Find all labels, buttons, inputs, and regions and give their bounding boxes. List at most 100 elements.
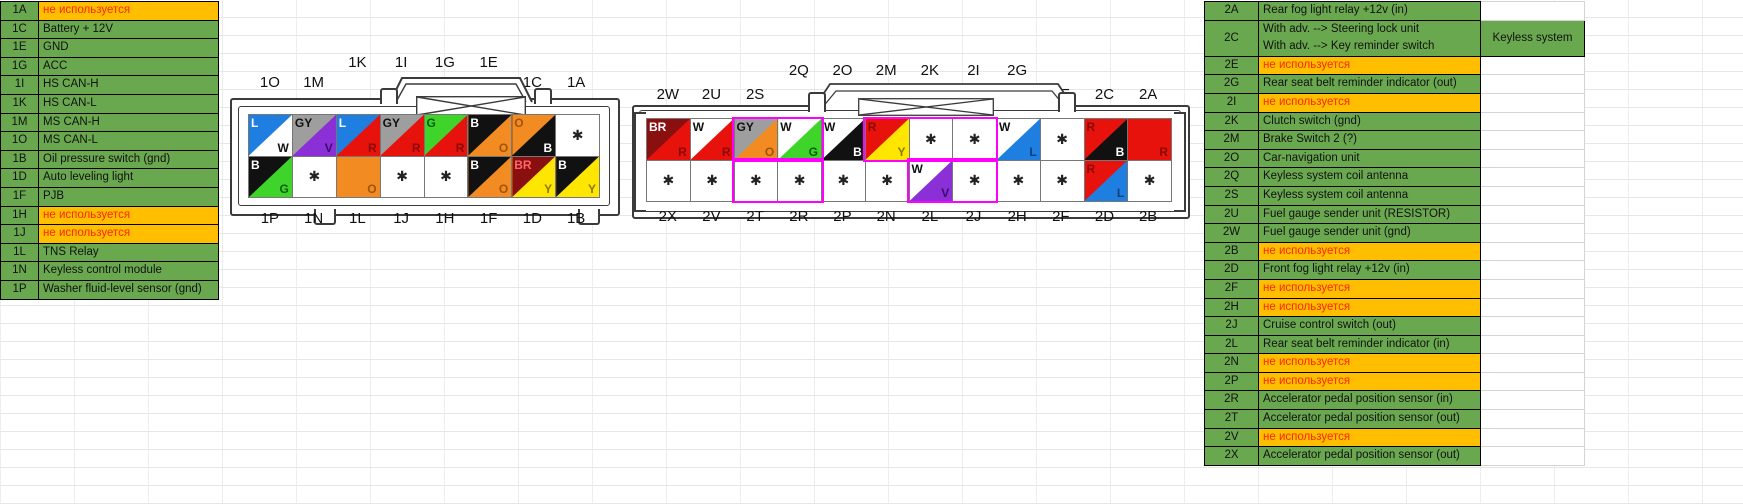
- table-row: 2Q Keyless system coil antenna: [1204, 167, 1585, 187]
- pin-desc-cell: Auto leveling light: [38, 168, 219, 188]
- right-pin-table-body: 2A Rear fog light relay +12v (in) 2C With …: [1204, 1, 1585, 466]
- pin-code-cell: 1O: [0, 131, 39, 151]
- pin-cell-2i: ✱: [953, 119, 996, 160]
- unused-pin-star-icon: ✱: [793, 172, 806, 189]
- connector-2-pin-grid: BR R W R GY O W G W B R Y ✱ ✱ W L ✱ R B R ✱ ✱ ✱ ✱ ✱ ✱ W V ✱ ✱ ✱ R L ✱: [646, 118, 1172, 202]
- unused-pin-star-icon: ✱: [396, 168, 408, 185]
- wire-color-code-secondary: O: [498, 182, 509, 196]
- wire-color-code-secondary: G: [279, 182, 289, 196]
- wire-color-code-primary: W: [999, 120, 1011, 134]
- wire-color-code-secondary: B: [853, 144, 862, 159]
- pin-desc-cell: MS CAN-L: [38, 131, 219, 151]
- pin-code-cell: 1G: [0, 56, 39, 77]
- pin-desc-cell-unused: не используется: [1258, 55, 1481, 76]
- connector-1-diagram: 1O 1M 1K 1I 1G 1E 1C 1A L W GY V L R GY R G R B O O B ✱ B G ✱ O ✱ ✱…: [228, 52, 620, 232]
- table-row: 2O Car-navigation unit: [1204, 148, 1585, 169]
- pin-number-label-2u: 2U: [701, 86, 722, 103]
- pin-code-cell: 2F: [1204, 278, 1259, 299]
- pin-cell-1f: BO: [468, 156, 512, 197]
- unused-pin-star-icon: ✱: [571, 126, 584, 143]
- pin-cell-1g: GR: [424, 115, 468, 156]
- empty-cell: [1480, 55, 1585, 76]
- empty-cell: [1480, 427, 1585, 448]
- pin-cell-1n: ✱: [292, 156, 336, 197]
- table-row: 1N Keyless control module: [0, 261, 219, 281]
- pin-cell-1c: OB: [512, 115, 556, 156]
- pin-code-cell: 1E: [0, 38, 39, 58]
- wire-color-code-secondary: R: [1159, 144, 1168, 159]
- pin-cell-2s: GY O: [734, 119, 778, 160]
- pin-desc-cell: Front fog light relay +12v (in): [1258, 260, 1481, 280]
- pin-number-label-1o: 1O: [259, 74, 280, 91]
- empty-cell: [1480, 185, 1585, 206]
- empty-cell: [1480, 260, 1585, 280]
- pin-desc-cell-unused: не используется: [38, 224, 219, 244]
- pin-cell-2q: WG: [778, 119, 821, 160]
- connector-1-latch-left: [380, 88, 398, 104]
- unused-pin-star-icon: ✱: [881, 172, 893, 189]
- connector-2-latch-right: [1058, 92, 1076, 112]
- table-row: 2C With adv. --> Steering lock unit With a…: [1204, 19, 1585, 57]
- empty-cell: [1480, 74, 1585, 94]
- pin-desc-cell-unused: не используется: [1258, 297, 1481, 318]
- unused-pin-star-icon: ✱: [1056, 172, 1068, 189]
- pin-desc-cell: Keyless system coil antenna: [1258, 185, 1481, 206]
- table-row: 2D Front fog light relay +12v (in): [1204, 260, 1585, 280]
- pin-code-cell: 2V: [1204, 427, 1259, 448]
- pin-number-label-1l: 1L: [349, 210, 366, 227]
- table-row: 1M MS CAN-H: [0, 112, 219, 133]
- wire-color-code-secondary: R: [455, 140, 465, 155]
- empty-cell: [1480, 353, 1585, 373]
- pin-cell-2g: WL: [997, 119, 1040, 160]
- empty-cell: [1480, 371, 1585, 392]
- pin-desc-cell: Washer fluid-level sensor (gnd): [38, 279, 219, 300]
- table-row: 2H не используется: [1204, 297, 1585, 318]
- table-row: 1O MS CAN-L: [0, 131, 219, 151]
- table-row: 2J Cruise control switch (out): [1204, 316, 1585, 336]
- pin-code-cell: 2B: [1204, 241, 1259, 262]
- wire-color-code-primary: B: [251, 157, 260, 172]
- wire-color-code-secondary: Y: [544, 182, 553, 196]
- wire-color-code-primary: BR: [514, 157, 532, 172]
- pin-number-label-1d: 1D: [522, 210, 542, 227]
- empty-cell: [1480, 204, 1585, 225]
- table-row: 2P не используется: [1204, 371, 1585, 392]
- pin-desc-cell: Keyless control module: [38, 261, 219, 281]
- table-row: 1J не используется: [0, 224, 219, 244]
- pin-number-label-2f: 2F: [1052, 208, 1070, 225]
- connector-2-rail-left: [634, 112, 646, 212]
- wire-color-code-primary: GY: [382, 116, 400, 130]
- unused-pin-star-icon: ✱: [1143, 172, 1156, 189]
- table-row: 1F PJB: [0, 186, 219, 207]
- wire-color-code-primary: GY: [736, 120, 754, 134]
- pin-number-label-2h: 2H: [1007, 208, 1027, 225]
- pin-desc-cell: Cruise control switch (out): [1258, 316, 1481, 336]
- pin-cell-1a: ✱: [556, 115, 599, 156]
- pin-cell-2f: ✱: [1040, 160, 1084, 201]
- pin-code-cell: 1L: [0, 242, 39, 263]
- empty-cell: [1480, 409, 1585, 429]
- wire-color-code-primary: B: [558, 157, 567, 172]
- table-row: 1B Oil pressure switch (gnd): [0, 149, 219, 170]
- pin-cell-1e: BO: [468, 115, 512, 156]
- empty-cell: [1480, 390, 1585, 411]
- pin-cell-2a: R: [1128, 119, 1171, 160]
- table-row: 2R Accelerator pedal position sensor (in): [1204, 390, 1585, 411]
- wire-color-code-secondary: L: [1029, 144, 1037, 159]
- pin-cell-2b: ✱: [1128, 160, 1171, 201]
- pin-code-cell: 2E: [1204, 55, 1259, 76]
- pin-desc-cell: Accelerator pedal position sensor (in): [1258, 390, 1481, 411]
- pin-number-label-2n: 2N: [876, 208, 896, 225]
- pin-desc-cell: Rear fog light relay +12v (in): [1258, 1, 1481, 21]
- pin-desc-cell: HS CAN-H: [38, 75, 219, 95]
- table-row: 2G Rear seat belt reminder indicator (out…: [1204, 74, 1585, 94]
- connector-2-diagram: 2W2U2S2Q2O2M2K2I2G2E2C2A BRRWRGYOWGWBRY✱…: [630, 60, 1190, 232]
- unused-pin-star-icon: ✱: [837, 172, 850, 189]
- pin-number-label-2o: 2O: [832, 62, 853, 79]
- wire-color-code-secondary: Y: [587, 182, 596, 196]
- left-pin-table-body: 1A не используется 1C Battery + 12V 1E GND 1G A…: [0, 1, 219, 300]
- pin-desc-cell: Car-navigation unit: [1258, 148, 1481, 169]
- pin-cell-2c: RB: [1084, 119, 1128, 160]
- connector-2-cross-box: [858, 98, 994, 116]
- pin-cell-2r: ✱: [778, 160, 821, 201]
